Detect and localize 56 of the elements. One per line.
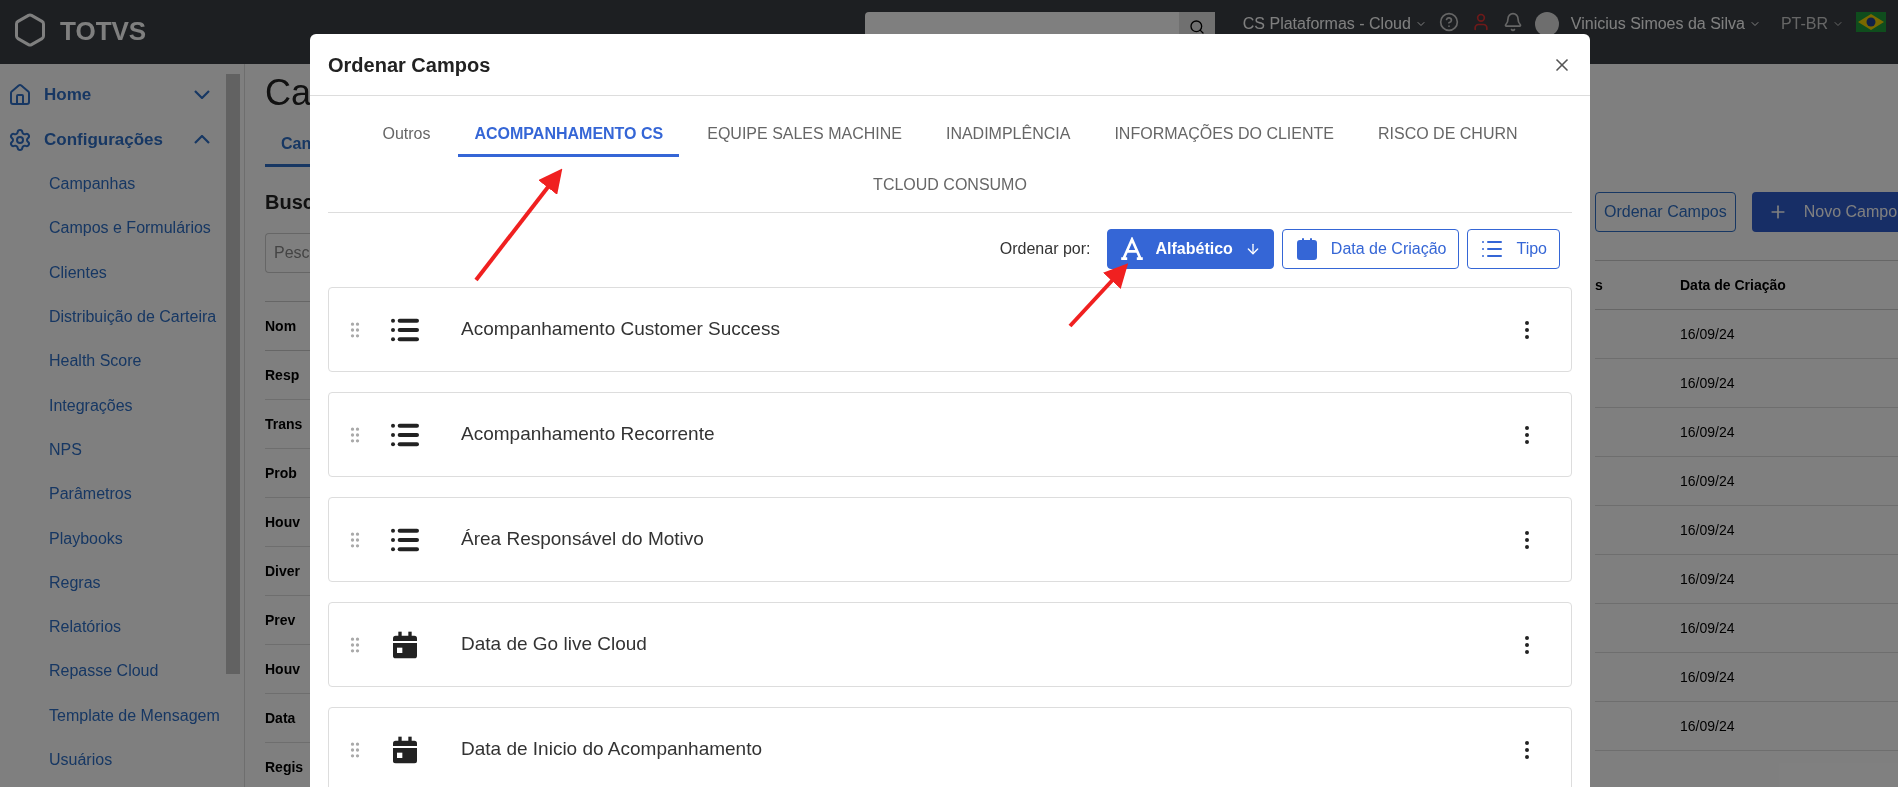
field-card[interactable]: Área Responsável do Motivo bbox=[328, 497, 1572, 582]
field-label: Data de Inicio do Acompanhamento bbox=[461, 737, 764, 762]
sort-button[interactable]: Alfabético bbox=[1106, 229, 1274, 269]
dialog-tab[interactable]: ACOMPANHAMENTO CS bbox=[458, 118, 680, 157]
flag-icon bbox=[1856, 12, 1886, 32]
bell-icon[interactable] bbox=[1502, 12, 1523, 32]
dialog-title: Ordenar Campos bbox=[328, 52, 491, 78]
help-icon[interactable] bbox=[1438, 12, 1459, 32]
field-label: Área Responsável do Motivo bbox=[461, 527, 705, 552]
field-card[interactable]: Acompanhamento Customer Success bbox=[328, 287, 1572, 372]
scrollbar[interactable] bbox=[226, 74, 240, 674]
sort-label: Ordenar por: bbox=[999, 239, 1091, 259]
avatar bbox=[1534, 12, 1559, 36]
table-cell-text: 16/09/24 bbox=[1680, 520, 1735, 540]
field-card[interactable]: Acompanhamento Recorrente bbox=[328, 392, 1572, 477]
new-field-button[interactable]: Novo Campo bbox=[1751, 192, 1898, 232]
table-cell-text: 16/09/24 bbox=[1680, 569, 1735, 589]
calendar-icon bbox=[1294, 237, 1319, 261]
user-menu[interactable]: Vinicius Simoes da Silva bbox=[1570, 12, 1761, 36]
sort-button[interactable]: Tipo bbox=[1467, 229, 1560, 269]
field-card[interactable]: Data de Inicio do Acompanhamento bbox=[328, 707, 1572, 787]
dialog-tab[interactable]: EQUIPE SALES MACHINE bbox=[691, 118, 918, 157]
table-cell-text: 16/09/24 bbox=[1680, 716, 1735, 736]
field-card[interactable]: Data de Go live Cloud bbox=[328, 602, 1572, 687]
logo-icon bbox=[12, 12, 48, 48]
table-cell-text: 16/09/24 bbox=[1680, 422, 1735, 442]
table-header: s bbox=[1595, 275, 1604, 295]
table-cell-text: 16/09/24 bbox=[1680, 324, 1735, 344]
chevron-up-icon bbox=[194, 135, 210, 144]
table-cell-text: 16/09/24 bbox=[1680, 618, 1735, 638]
letter-a-icon bbox=[1119, 237, 1144, 261]
workspace-dropdown[interactable]: CS Plataformas - Cloud bbox=[1242, 12, 1427, 36]
dialog-tab[interactable]: INFORMAÇÕES DO CLIENTE bbox=[1098, 118, 1350, 157]
field-label: Data de Go live Cloud bbox=[461, 632, 648, 657]
annotation-arrow bbox=[1068, 263, 1129, 328]
sidebar-subitem[interactable]: Usuários bbox=[0, 737, 244, 783]
language-menu[interactable]: PT-BR bbox=[1780, 12, 1844, 36]
dialog-tab[interactable]: TCLOUD CONSUMO bbox=[857, 169, 1043, 208]
sidebar-subitem[interactable]: Template de Mensagem bbox=[0, 693, 244, 738]
field-label: Acompanhamento Customer Success bbox=[461, 317, 781, 342]
logo-text: TOTVS bbox=[60, 15, 147, 48]
order-fields-button[interactable]: Ordenar Campos bbox=[1595, 192, 1736, 232]
field-label: Acompanhamento Recorrente bbox=[461, 422, 716, 447]
chevron-down-icon bbox=[194, 90, 210, 99]
table-cell-text: 16/09/24 bbox=[1680, 373, 1735, 393]
table-header: Data de Criação bbox=[1680, 275, 1786, 295]
gear-icon bbox=[8, 127, 32, 152]
table-cell-text: 16/09/24 bbox=[1680, 471, 1735, 491]
search-icon bbox=[1188, 19, 1205, 35]
dialog-tab[interactable]: Outros bbox=[366, 118, 447, 157]
table-cell-text: 16/09/24 bbox=[1680, 667, 1735, 687]
sort-button[interactable]: Data de Criação bbox=[1281, 229, 1460, 269]
page-title: Ca bbox=[265, 71, 313, 115]
dialog-tab[interactable]: INADIMPLÊNCIA bbox=[929, 118, 1087, 157]
home-icon bbox=[8, 82, 32, 107]
dialog-tab[interactable]: RISCO DE CHURN bbox=[1362, 118, 1534, 157]
